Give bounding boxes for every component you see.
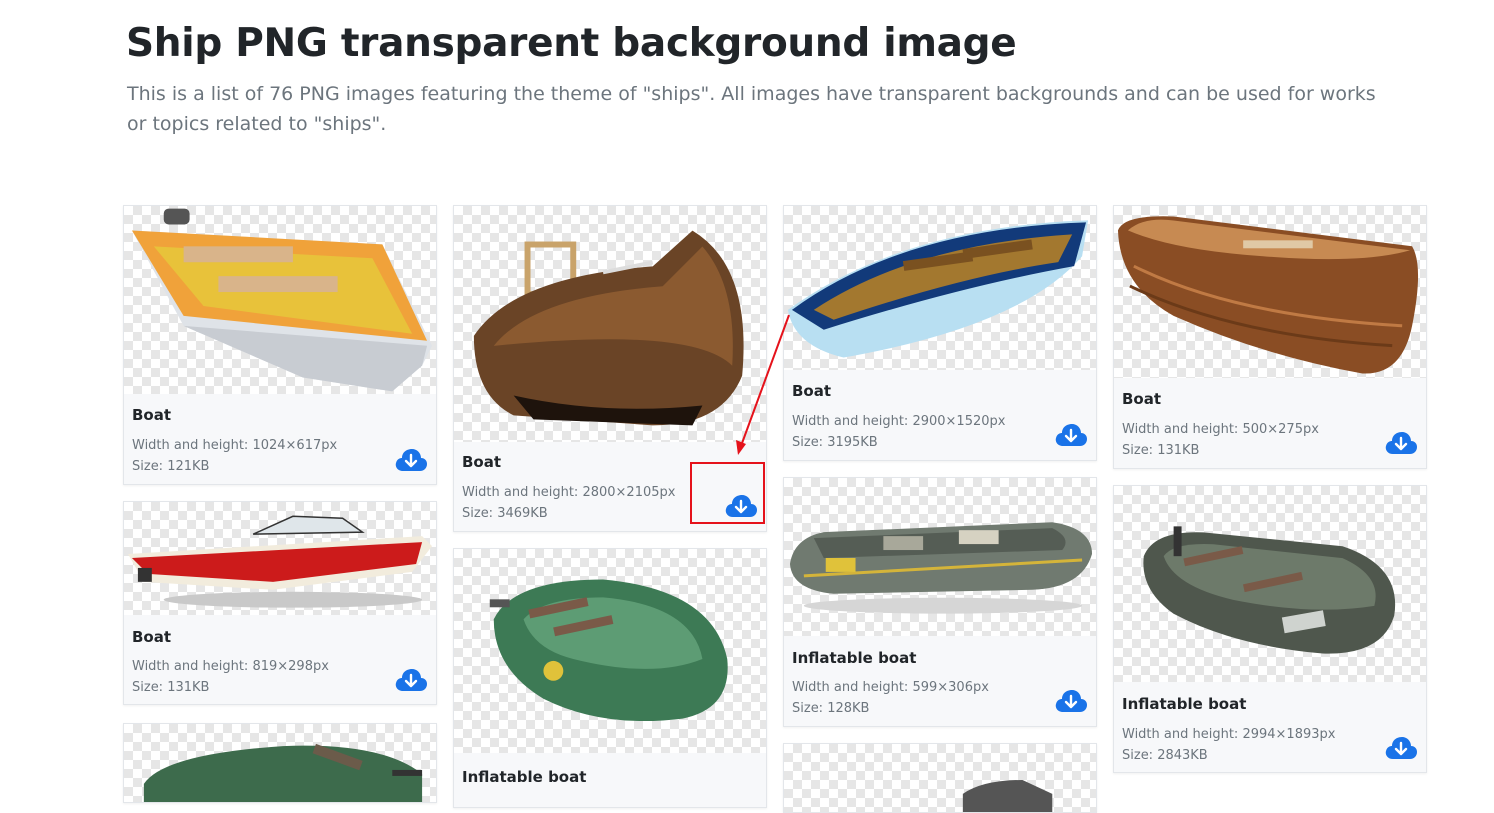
page-description: This is a list of 76 PNG images featurin…	[127, 83, 1376, 135]
image-thumbnail[interactable]	[1114, 206, 1426, 378]
card-size: Size: 3469KB	[462, 506, 548, 521]
boat-image	[1143, 526, 1396, 654]
image-thumbnail[interactable]	[454, 206, 766, 442]
image-card-boat-white[interactable]: Boat Width and height: 1024×617px Size: …	[123, 205, 437, 485]
cloud-download-icon	[1385, 432, 1417, 454]
image-card-inflatable-partial[interactable]	[123, 723, 437, 803]
image-thumbnail[interactable]	[124, 206, 436, 394]
image-thumbnail[interactable]	[124, 502, 436, 615]
card-size: Size: 131KB	[132, 680, 210, 695]
image-card-partial[interactable]	[783, 743, 1097, 813]
image-thumbnail[interactable]	[784, 206, 1096, 370]
card-dimensions: Width and height: 1024×617px	[132, 438, 338, 453]
cloud-download-icon	[395, 449, 427, 471]
boat-image	[789, 522, 1093, 614]
cloud-download-icon	[1055, 690, 1087, 712]
page-title: Ship PNG transparent background image	[126, 21, 1017, 66]
image-card-inflatable-gray[interactable]: Inflatable boat Width and height: 599×30…	[783, 477, 1097, 727]
boat-image	[1117, 216, 1419, 374]
download-button[interactable]	[1054, 422, 1088, 448]
card-title: Boat	[1122, 390, 1162, 408]
card-title: Boat	[132, 406, 172, 424]
card-size: Size: 128KB	[792, 701, 870, 716]
card-title: Inflatable boat	[1122, 695, 1247, 713]
card-title: Inflatable boat	[792, 649, 917, 667]
boat-image	[143, 743, 423, 802]
image-card-inflatable-green[interactable]: Inflatable boat	[453, 548, 767, 808]
card-dimensions: Width and height: 2900×1520px	[792, 414, 1006, 429]
boat-image	[127, 515, 433, 608]
card-size: Size: 131KB	[1122, 443, 1200, 458]
image-card-boat-rowboat[interactable]: Boat Width and height: 500×275px Size: 1…	[1113, 205, 1427, 469]
card-size: Size: 3195KB	[792, 435, 878, 450]
download-button[interactable]	[1054, 688, 1088, 714]
cloud-download-icon	[1055, 424, 1087, 446]
cloud-download-icon	[1385, 737, 1417, 759]
highlight-box	[690, 462, 765, 524]
image-thumbnail[interactable]	[784, 478, 1096, 636]
card-title: Boat	[462, 453, 502, 471]
download-button[interactable]	[1384, 735, 1418, 761]
image-card-boat-red[interactable]: Boat Width and height: 819×298px Size: 1…	[123, 501, 437, 705]
card-dimensions: Width and height: 819×298px	[132, 659, 329, 674]
boat-image	[962, 779, 1053, 812]
download-button[interactable]	[394, 667, 428, 693]
image-thumbnail[interactable]	[124, 724, 436, 802]
image-card-inflatable-urex[interactable]: Inflatable boat Width and height: 2994×1…	[1113, 485, 1427, 773]
card-dimensions: Width and height: 2994×1893px	[1122, 727, 1336, 742]
boat-image	[473, 230, 744, 426]
image-thumbnail[interactable]	[454, 549, 766, 753]
card-dimensions: Width and height: 599×306px	[792, 680, 989, 695]
card-size: Size: 2843KB	[1122, 748, 1208, 763]
card-title: Boat	[792, 382, 832, 400]
image-thumbnail[interactable]	[1114, 486, 1426, 682]
card-title: Inflatable boat	[462, 768, 587, 786]
boat-image	[787, 220, 1089, 358]
card-title: Boat	[132, 628, 172, 646]
card-dimensions: Width and height: 500×275px	[1122, 422, 1319, 437]
download-button[interactable]	[394, 447, 428, 473]
image-thumbnail[interactable]	[784, 744, 1096, 812]
cloud-download-icon	[395, 669, 427, 691]
download-button[interactable]	[1384, 430, 1418, 456]
boat-image	[131, 208, 433, 392]
boat-image	[489, 579, 728, 722]
card-dimensions: Width and height: 2800×2105px	[462, 485, 676, 500]
image-card-boat-blue[interactable]: Boat Width and height: 2900×1520px Size:…	[783, 205, 1097, 461]
card-size: Size: 121KB	[132, 459, 210, 474]
